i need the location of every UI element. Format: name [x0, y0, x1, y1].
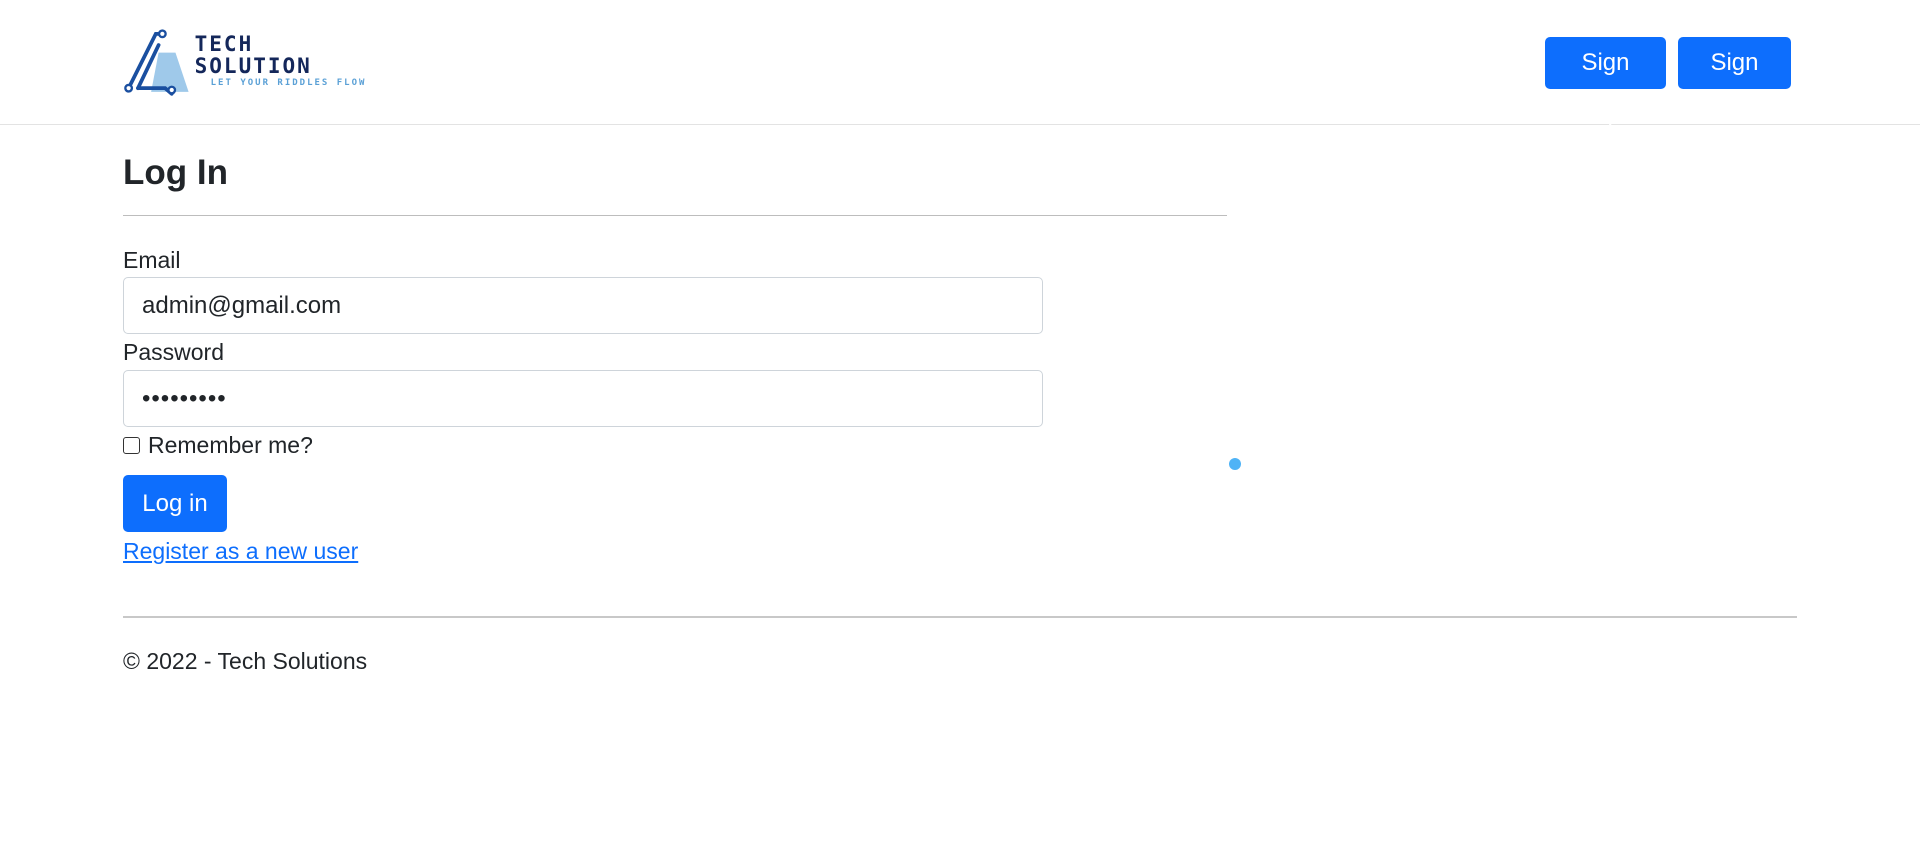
logo-tagline: LET YOUR RIDDLES FLOW [210, 78, 367, 88]
register-link[interactable]: Register as a new user [123, 537, 358, 565]
mouse-cursor-indicator [1229, 458, 1241, 470]
brand-logo[interactable]: TECH SOLUTION LET YOUR RIDDLES FLOW [123, 26, 373, 96]
remember-me-label: Remember me? [148, 432, 313, 458]
remember-me-checkbox[interactable] [123, 436, 140, 454]
page-title: Log In [123, 153, 228, 192]
footer-divider [123, 616, 1797, 618]
logo-text: TECH SOLUTION LET YOUR RIDDLES FLOW [195, 33, 373, 89]
remember-me-row[interactable]: Remember me? [123, 431, 313, 459]
title-divider [123, 215, 1227, 216]
logo-title: TECH SOLUTION [194, 32, 312, 78]
email-field[interactable] [123, 277, 1043, 334]
password-label: Password [123, 339, 224, 365]
sign-up-button[interactable]: Sign Up [1545, 37, 1666, 126]
footer-copyright: © 2022 - Tech Solutions [123, 648, 368, 674]
login-button[interactable]: Log in [123, 475, 227, 532]
password-field[interactable] [123, 370, 1043, 427]
email-label: Email [123, 247, 181, 273]
sign-in-button[interactable]: Sign In [1678, 37, 1791, 126]
top-navbar: TECH SOLUTION LET YOUR RIDDLES FLOW Sign… [0, 0, 1920, 126]
triangle-circuit-logo-icon [124, 29, 189, 96]
